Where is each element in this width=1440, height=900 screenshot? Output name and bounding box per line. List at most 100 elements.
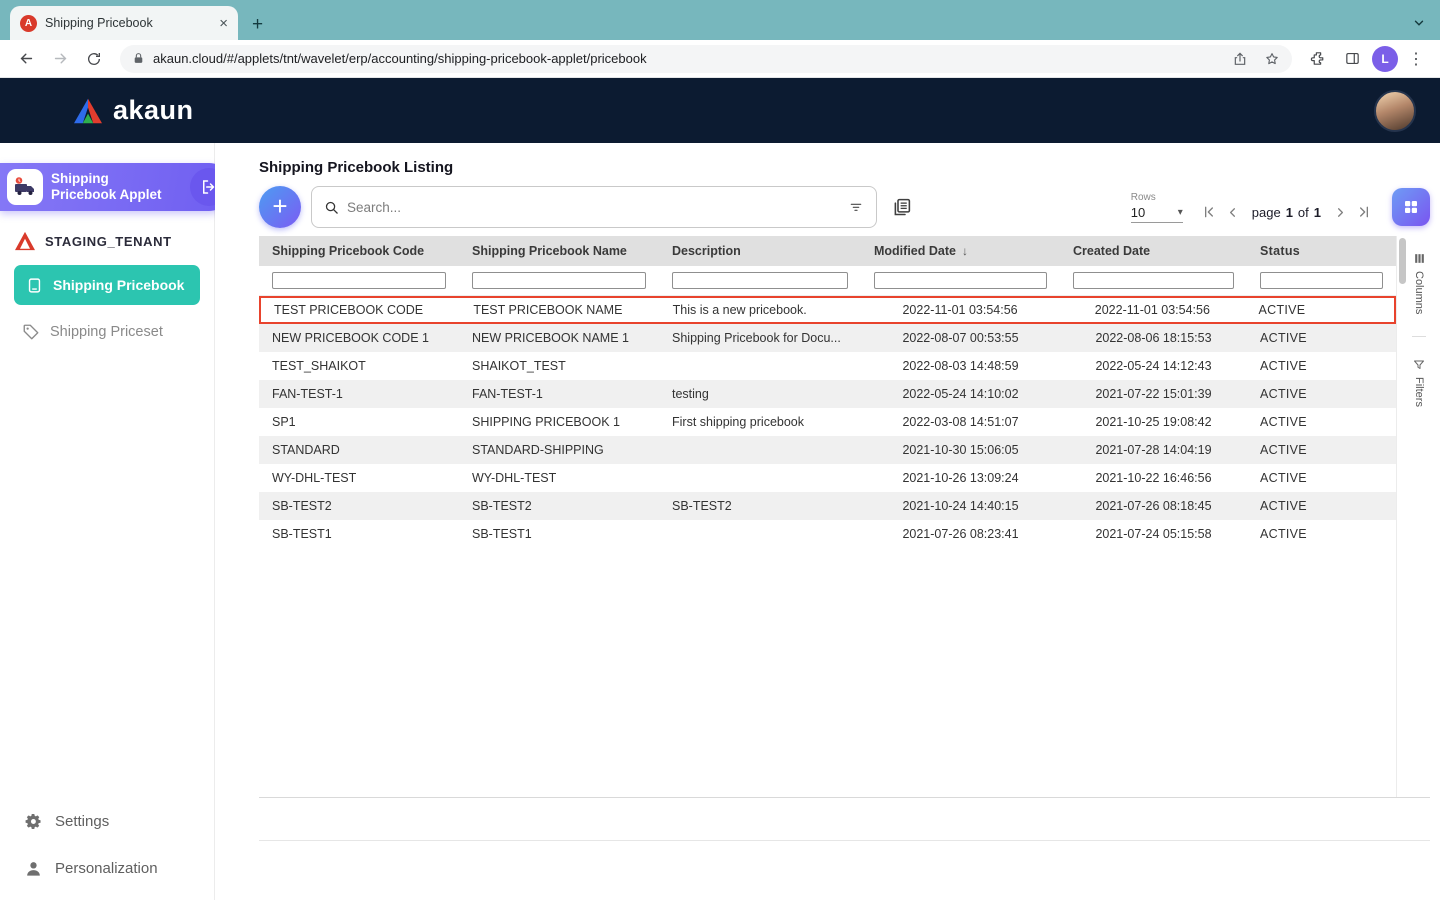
- table-cell: 2021-10-25 19:08:42: [1060, 415, 1247, 429]
- table-cell: ACTIVE: [1247, 387, 1396, 401]
- table-cell: SB-TEST2: [659, 499, 861, 513]
- sidebar-item-label: Shipping Pricebook: [53, 277, 184, 293]
- forward-icon[interactable]: [46, 45, 74, 73]
- tenant-logo-icon: [14, 231, 36, 251]
- table-row[interactable]: SB-TEST2SB-TEST2SB-TEST22021-10-24 14:40…: [259, 492, 1396, 520]
- table-cell: 2021-07-26 08:23:41: [861, 527, 1060, 541]
- column-header[interactable]: Description: [659, 244, 861, 258]
- table-row[interactable]: SP1SHIPPING PRICEBOOK 1First shipping pr…: [259, 408, 1396, 436]
- table-cell: SP1: [259, 415, 459, 429]
- scrollbar-thumb[interactable]: [1399, 238, 1406, 284]
- browser-address-bar: akaun.cloud/#/applets/tnt/wavelet/erp/ac…: [0, 40, 1440, 78]
- filter-input[interactable]: [272, 272, 446, 289]
- share-icon[interactable]: [1232, 51, 1248, 67]
- tab-close-icon[interactable]: ×: [219, 16, 228, 31]
- bookmark-star-icon[interactable]: [1264, 51, 1280, 67]
- grid-view-button[interactable]: [1392, 188, 1430, 226]
- filter-input[interactable]: [1260, 272, 1383, 289]
- table-cell: WY-DHL-TEST: [459, 471, 659, 485]
- table-cell: ACTIVE: [1247, 331, 1396, 345]
- side-rail: Columns Filters: [1408, 236, 1430, 797]
- tabstrip-chevron-icon[interactable]: [1412, 16, 1426, 30]
- page-indicator: page1of1: [1252, 205, 1321, 220]
- settings-button[interactable]: Settings: [0, 804, 214, 839]
- table-cell: 2021-10-22 16:46:56: [1060, 471, 1247, 485]
- table-cell: 2022-08-03 14:48:59: [861, 359, 1060, 373]
- prev-page-icon[interactable]: [1225, 205, 1240, 220]
- columns-panel-tab[interactable]: Columns: [1413, 252, 1426, 314]
- app-header: akaun: [0, 78, 1440, 143]
- page-title: Shipping Pricebook Listing: [259, 159, 1430, 176]
- filters-panel-tab[interactable]: Filters: [1413, 359, 1425, 407]
- table-row[interactable]: TEST_SHAIKOTSHAIKOT_TEST2022-08-03 14:48…: [259, 352, 1396, 380]
- personalization-button[interactable]: Personalization: [0, 851, 214, 886]
- back-icon[interactable]: [12, 45, 40, 73]
- duplicate-list-icon[interactable]: [891, 197, 912, 218]
- table-cell: 2021-10-24 14:40:15: [861, 499, 1060, 513]
- add-pricebook-button[interactable]: +: [259, 186, 301, 228]
- table-cell: SB-TEST2: [459, 499, 659, 513]
- column-header-sorted[interactable]: Modified Date↓: [861, 244, 1060, 258]
- table-cell: FAN-TEST-1: [259, 387, 459, 401]
- table-cell: ACTIVE: [1247, 471, 1396, 485]
- grid-icon: [1402, 198, 1420, 216]
- filter-input[interactable]: [874, 272, 1047, 289]
- search-input[interactable]: [347, 200, 840, 215]
- filter-input[interactable]: [1073, 272, 1234, 289]
- new-tab-button[interactable]: +: [252, 15, 263, 34]
- table-row-selected[interactable]: TEST PRICEBOOK CODETEST PRICEBOOK NAMETh…: [259, 296, 1396, 324]
- personalization-label: Personalization: [55, 860, 158, 877]
- applet-banner[interactable]: Shipping Pricebook Applet: [0, 163, 233, 211]
- url-text[interactable]: akaun.cloud/#/applets/tnt/wavelet/erp/ac…: [153, 51, 1224, 66]
- sidebar-item-shipping-pricebook[interactable]: Shipping Pricebook: [14, 265, 200, 305]
- table-cell: NEW PRICEBOOK NAME 1: [459, 331, 659, 345]
- table-cell: WY-DHL-TEST: [259, 471, 459, 485]
- last-page-icon[interactable]: [1356, 204, 1372, 220]
- sidebar-item-shipping-priceset[interactable]: Shipping Priceset: [22, 323, 214, 341]
- browser-profile-avatar[interactable]: L: [1372, 46, 1398, 72]
- filter-funnel-icon[interactable]: [848, 199, 864, 215]
- first-page-icon[interactable]: [1201, 204, 1217, 220]
- browser-window: A Shipping Pricebook × + akaun.cloud/#/a…: [0, 0, 1440, 900]
- browser-menu-icon[interactable]: ⋮: [1404, 49, 1428, 69]
- extensions-puzzle-icon[interactable]: [1304, 45, 1332, 73]
- side-panel-icon[interactable]: [1338, 45, 1366, 73]
- search-box[interactable]: [311, 186, 877, 228]
- table-cell: 2021-10-26 13:09:24: [861, 471, 1060, 485]
- akaun-logo: akaun: [72, 95, 194, 126]
- tenant-selector[interactable]: STAGING_TENANT: [14, 231, 214, 251]
- filter-input[interactable]: [472, 272, 646, 289]
- table-row[interactable]: SB-TEST1SB-TEST12021-07-26 08:23:412021-…: [259, 520, 1396, 548]
- filter-input[interactable]: [672, 272, 848, 289]
- sort-desc-icon[interactable]: ↓: [962, 244, 968, 258]
- columns-icon: [1413, 252, 1426, 265]
- rows-label: Rows: [1131, 192, 1183, 203]
- table-cell: ACTIVE: [1247, 499, 1396, 513]
- url-bar[interactable]: akaun.cloud/#/applets/tnt/wavelet/erp/ac…: [120, 45, 1292, 73]
- table-cell: SB-TEST1: [259, 527, 459, 541]
- next-page-icon[interactable]: [1333, 205, 1348, 220]
- column-header[interactable]: Shipping Pricebook Name: [459, 244, 659, 258]
- table-cell: 2022-11-01 03:54:56: [1059, 303, 1245, 317]
- pricebook-listing: Shipping Pricebook Code Shipping Pricebo…: [259, 236, 1430, 798]
- vertical-scrollbar[interactable]: [1396, 236, 1408, 797]
- table-cell: ACTIVE: [1247, 415, 1396, 429]
- table-cell: NEW PRICEBOOK CODE 1: [259, 331, 459, 345]
- rows-per-page-select[interactable]: 10 ▾: [1131, 205, 1183, 223]
- table-row[interactable]: FAN-TEST-1FAN-TEST-1testing2022-05-24 14…: [259, 380, 1396, 408]
- table-row[interactable]: STANDARDSTANDARD-SHIPPING2021-10-30 15:0…: [259, 436, 1396, 464]
- browser-tab[interactable]: A Shipping Pricebook ×: [10, 6, 238, 40]
- main-content: Shipping Pricebook Listing +: [215, 143, 1440, 900]
- gear-icon: [24, 812, 43, 831]
- table-row[interactable]: WY-DHL-TESTWY-DHL-TEST 2021-10-26 13:09:2…: [259, 464, 1396, 492]
- table-cell: testing: [659, 387, 861, 401]
- column-header[interactable]: Shipping Pricebook Code: [259, 244, 459, 258]
- table-cell: 2021-07-26 08:18:45: [1060, 499, 1247, 513]
- column-header[interactable]: Created Date: [1060, 244, 1247, 258]
- pricebook-icon: [26, 277, 43, 294]
- column-header[interactable]: Status: [1247, 244, 1396, 258]
- rail-divider: [1412, 336, 1426, 337]
- user-avatar[interactable]: [1374, 90, 1416, 132]
- table-row[interactable]: NEW PRICEBOOK CODE 1NEW PRICEBOOK NAME 1…: [259, 324, 1396, 352]
- refresh-icon[interactable]: [80, 45, 108, 73]
